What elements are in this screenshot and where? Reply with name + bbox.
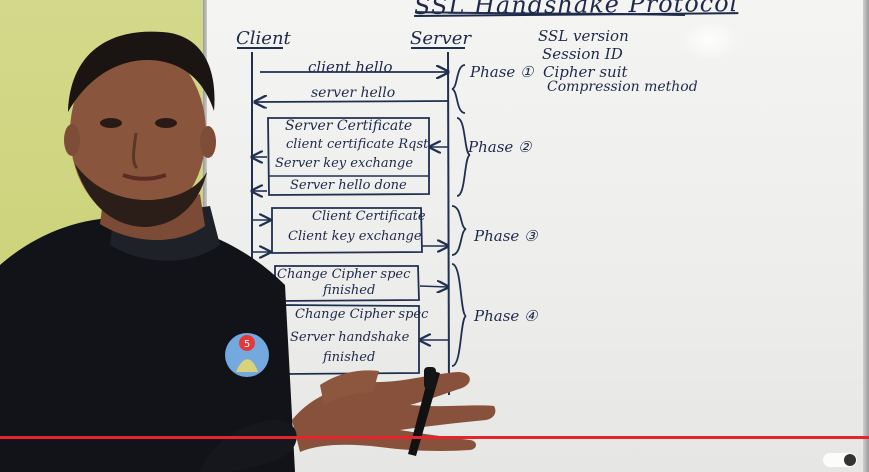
phase-label-2: Phase ②	[468, 138, 532, 156]
message-change-cipher-spec-server: Change Cipher spec	[295, 307, 429, 322]
message-server-hello-done: Server hello done	[290, 178, 407, 193]
message-finished-client: finished	[323, 283, 376, 298]
client-label: Client	[236, 28, 291, 49]
message-client-hello: client hello	[308, 58, 393, 76]
phase-label-4: Phase ④	[474, 307, 538, 325]
message-client-key-exchange: Client key exchange	[288, 229, 422, 244]
ssl-handshake-diagram	[237, 11, 686, 405]
video-toggle-control[interactable]	[823, 453, 857, 467]
diagram-title: SSL Handshake Protocol	[413, 0, 739, 20]
video-progress-bar[interactable]	[0, 436, 869, 439]
message-server-hello: server hello	[311, 85, 396, 101]
message-finished-server: finished	[323, 350, 376, 365]
phase-label-3: Phase ③	[474, 227, 538, 245]
video-frame: SSL Handshake Protocol Client Server cli…	[0, 0, 869, 472]
message-client-certificate: Client Certificate	[312, 209, 426, 224]
phase-label-1: Phase ①	[470, 63, 534, 81]
message-server-certificate: Server Certificate	[285, 118, 413, 134]
message-server-handshake: Server handshake	[290, 330, 410, 345]
bullet-session-id: Session ID	[542, 45, 623, 63]
message-change-cipher-spec-client: Change Cipher spec	[277, 267, 411, 282]
server-label: Server	[410, 28, 472, 49]
message-client-certificate-request: client certificate Rqst	[286, 137, 429, 152]
bullet-ssl-version: SSL version	[538, 27, 629, 45]
bullet-compression-method: Compression method	[547, 79, 698, 95]
message-server-key-exchange: Server key exchange	[275, 156, 414, 171]
